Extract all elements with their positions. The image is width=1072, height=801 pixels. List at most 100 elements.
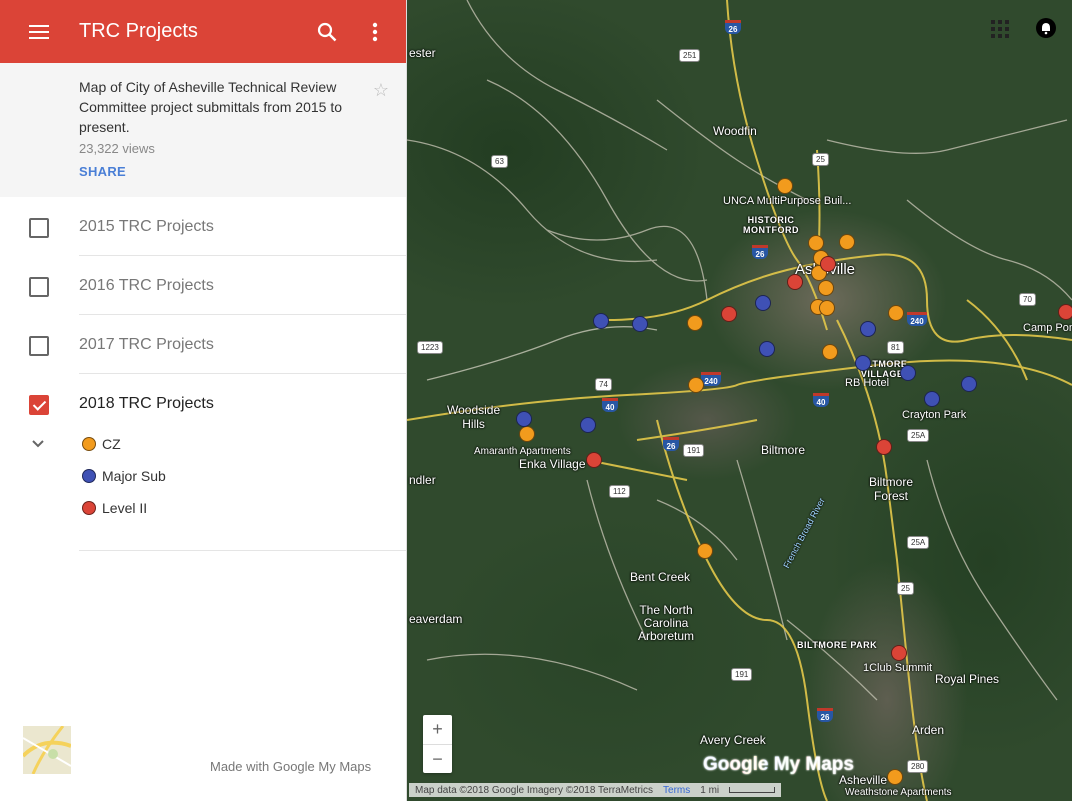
route-shield: 81: [887, 341, 904, 354]
interstate-shield: 26: [752, 245, 768, 259]
map-marker-level-ii[interactable]: [876, 439, 892, 455]
map-marker-major-sub[interactable]: [961, 376, 977, 392]
layer-2017: 2017 TRC Projects: [0, 315, 406, 374]
attribution-text: Map data ©2018 Google Imagery ©2018 Terr…: [415, 784, 654, 796]
layer-label[interactable]: 2016 TRC Projects: [79, 277, 214, 295]
map-marker-level-ii[interactable]: [891, 645, 907, 661]
zoom-in-button[interactable]: +: [423, 715, 452, 744]
legend-item-level-ii[interactable]: Level II: [82, 500, 147, 516]
map-marker-cz[interactable]: [839, 234, 855, 250]
place-label: HISTORIC MONTFORD: [743, 215, 799, 235]
interstate-shield: 26: [725, 20, 741, 34]
place-label: Woodside Hills: [447, 403, 501, 431]
view-count: 23,322 views: [79, 141, 155, 156]
menu-icon[interactable]: [27, 20, 51, 44]
place-label: Woodfin: [713, 124, 757, 138]
map-marker-cz[interactable]: [887, 769, 903, 785]
legend-swatch: [82, 501, 96, 515]
layer-2015: 2015 TRC Projects: [0, 197, 406, 256]
map-marker-level-ii[interactable]: [1058, 304, 1072, 320]
route-shield: 25A: [907, 536, 930, 549]
notifications-bell-icon[interactable]: [1036, 18, 1056, 38]
google-my-maps-logo: Google My Maps: [703, 754, 854, 776]
legend-label: CZ: [102, 436, 121, 452]
map-marker-cz[interactable]: [687, 315, 703, 331]
place-label: UNCA MultiPurpose Buil...: [723, 195, 852, 207]
route-shield: 74: [595, 378, 612, 391]
map-marker-major-sub[interactable]: [860, 321, 876, 337]
place-label: Biltmore: [761, 443, 806, 457]
place-label: eaverdam: [409, 612, 463, 626]
interstate-shield: 26: [817, 708, 833, 722]
zoom-out-button[interactable]: −: [423, 745, 452, 774]
map-marker-major-sub[interactable]: [632, 316, 648, 332]
layer-checkbox-checked[interactable]: [29, 395, 49, 415]
place-label: Camp Pon: [1023, 322, 1072, 334]
route-shield: 25A: [907, 429, 930, 442]
map-marker-major-sub[interactable]: [855, 355, 871, 371]
route-shield: 70: [1019, 293, 1036, 306]
place-label: ndler: [409, 473, 436, 487]
place-label: BILTMORE PARK: [797, 640, 878, 650]
top-bar: TRC Projects: [0, 0, 406, 63]
interstate-shield: 40: [813, 393, 829, 407]
sidebar-panel: TRC Projects Map of City of Asheville Te…: [0, 0, 407, 801]
map-marker-major-sub[interactable]: [759, 341, 775, 357]
route-shield: 280: [907, 760, 929, 773]
apps-grid-icon[interactable]: [991, 20, 1009, 38]
map-canvas[interactable]: Woodfin HISTORIC MONTFORD UNCA MultiPurp…: [407, 0, 1072, 801]
map-marker-major-sub[interactable]: [924, 391, 940, 407]
layer-label[interactable]: 2018 TRC Projects: [79, 395, 214, 413]
map-marker-cz[interactable]: [688, 377, 704, 393]
legend-item-major-sub[interactable]: Major Sub: [82, 468, 166, 484]
map-marker-cz[interactable]: [888, 305, 904, 321]
map-marker-major-sub[interactable]: [593, 313, 609, 329]
map-marker-cz[interactable]: [819, 300, 835, 316]
layer-2016: 2016 TRC Projects: [0, 256, 406, 315]
map-marker-major-sub[interactable]: [580, 417, 596, 433]
map-marker-cz[interactable]: [822, 344, 838, 360]
route-shield: 25: [812, 153, 829, 166]
more-options-icon[interactable]: [363, 20, 387, 44]
map-marker-level-ii[interactable]: [820, 256, 836, 272]
brand-text: Google My Maps: [703, 754, 854, 775]
star-icon[interactable]: ☆: [373, 80, 389, 101]
map-marker-level-ii[interactable]: [721, 306, 737, 322]
scale-label: 1 mi: [700, 784, 720, 796]
map-thumbnail[interactable]: [23, 726, 71, 774]
map-marker-level-ii[interactable]: [586, 452, 602, 468]
map-marker-major-sub[interactable]: [516, 411, 532, 427]
map-description: Map of City of Asheville Technical Revie…: [79, 79, 342, 135]
layer-label[interactable]: 2017 TRC Projects: [79, 336, 214, 354]
map-description-panel: Map of City of Asheville Technical Revie…: [0, 63, 406, 197]
layer-checkbox[interactable]: [29, 277, 49, 297]
map-marker-cz[interactable]: [519, 426, 535, 442]
terms-link[interactable]: Terms: [663, 785, 690, 796]
map-marker-cz[interactable]: [808, 235, 824, 251]
place-label: The North Carolina Arboretum: [638, 603, 695, 643]
map-marker-major-sub[interactable]: [755, 295, 771, 311]
chevron-down-icon[interactable]: [31, 436, 49, 454]
share-button[interactable]: SHARE: [79, 164, 126, 179]
legend-label: Level II: [102, 500, 148, 516]
route-shield: 1223: [417, 341, 443, 354]
map-marker-major-sub[interactable]: [900, 365, 916, 381]
divider: [79, 550, 406, 551]
layer-legend: CZ Major Sub Level II: [0, 433, 406, 551]
layer-list: 2015 TRC Projects 2016 TRC Projects 2017…: [0, 197, 406, 551]
search-icon[interactable]: [315, 20, 339, 44]
map-marker-level-ii[interactable]: [787, 274, 803, 290]
place-label: Royal Pines: [935, 672, 1000, 686]
layer-label[interactable]: 2015 TRC Projects: [79, 218, 214, 236]
interstate-shield: 240: [907, 312, 927, 326]
place-label: Weathstone Apartments: [845, 787, 952, 798]
map-marker-cz[interactable]: [777, 178, 793, 194]
zoom-control: + −: [423, 715, 452, 773]
interstate-shield: 40: [602, 398, 618, 412]
map-marker-cz[interactable]: [697, 543, 713, 559]
route-shield: 191: [683, 444, 705, 457]
map-marker-cz[interactable]: [818, 280, 834, 296]
legend-item-cz[interactable]: CZ: [82, 436, 121, 452]
layer-checkbox[interactable]: [29, 336, 49, 356]
layer-checkbox[interactable]: [29, 218, 49, 238]
